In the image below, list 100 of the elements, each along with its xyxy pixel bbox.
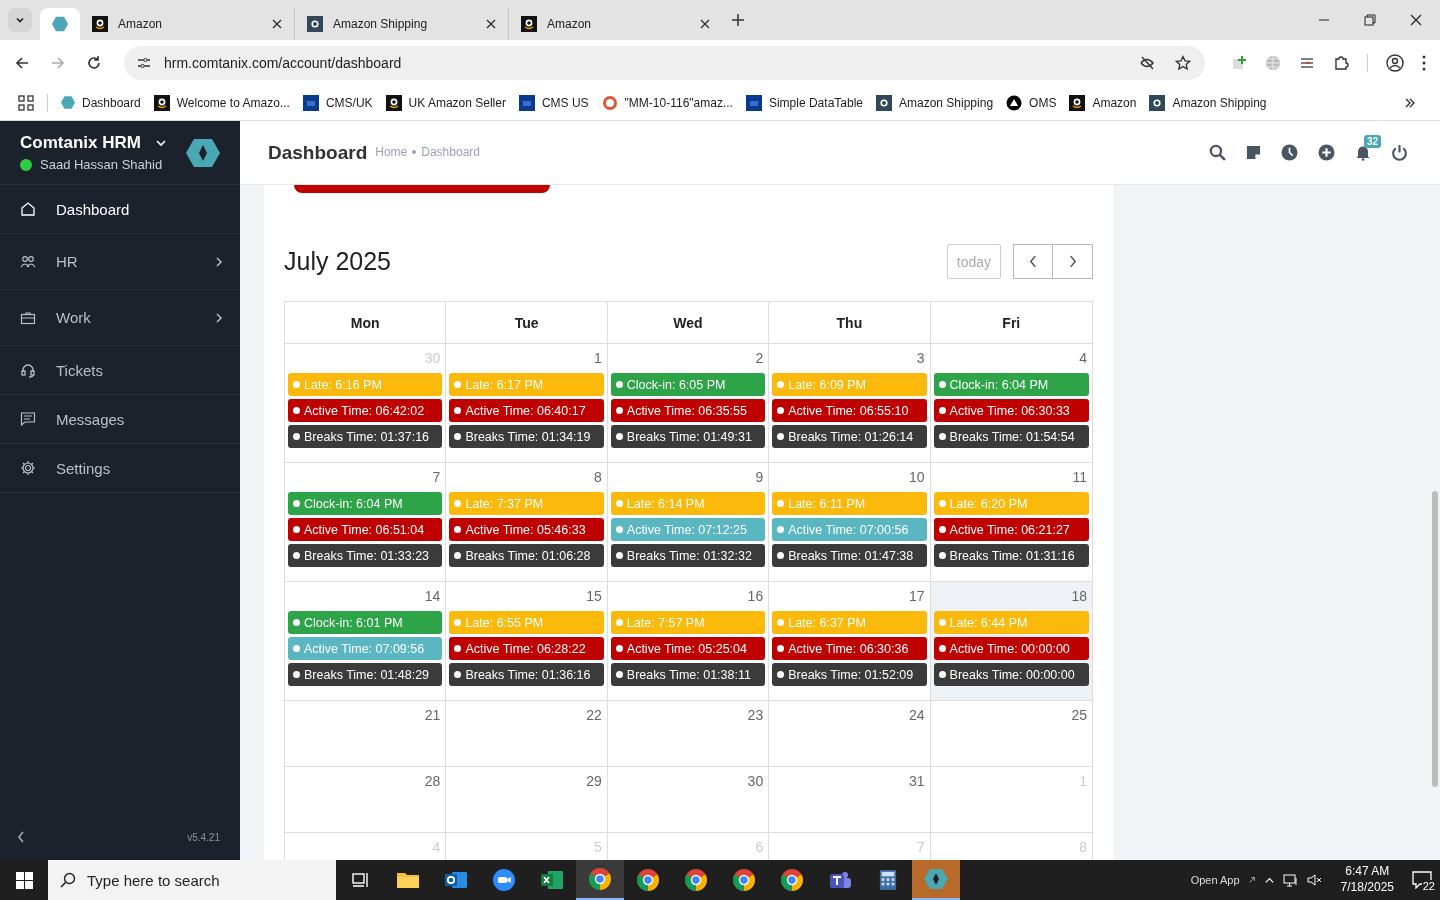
close-icon[interactable]	[700, 19, 710, 29]
calendar-event[interactable]: Breaks Time: 01:06:28	[449, 544, 604, 567]
calendar-event[interactable]: Breaks Time: 01:49:31	[610, 425, 766, 448]
calendar-event[interactable]: Breaks Time: 01:37:16	[288, 425, 443, 448]
bookmark-link[interactable]: Simple DataTable	[745, 94, 863, 111]
bookmark-link[interactable]: UK Amazon Seller	[385, 94, 506, 111]
network-icon[interactable]	[1282, 872, 1299, 888]
calendar-day-cell[interactable]: 8 Late: 7:37 PM Active Time: 05:46:33 Breaks Time: 01:06:28	[446, 463, 608, 582]
calendar-day-cell[interactable]: 2 Clock-in: 6:05 PM Active Time: 06:35:55 Breaks Time: 01:49:31	[607, 344, 770, 463]
calendar-event[interactable]: Active Time: 06:55:10	[772, 399, 927, 422]
calendar-event[interactable]: Active Time: 06:40:17	[449, 399, 604, 422]
taskbar-app-button[interactable]	[576, 860, 624, 900]
calendar-event[interactable]: Breaks Time: 01:38:11	[610, 663, 766, 686]
calendar-day-cell[interactable]: 4 Clock-in: 6:04 PM Active Time: 06:30:33 Breaks Time: 01:54:54	[930, 344, 1092, 463]
bookmark-link[interactable]: Dashboard	[61, 95, 141, 110]
reload-icon[interactable]	[86, 54, 102, 71]
browser-tab[interactable]: Amazon	[80, 8, 294, 40]
back-arrow-icon[interactable]	[14, 54, 30, 71]
calendar-day-cell[interactable]: 10 Late: 6:11 PM Active Time: 07:00:56 Breaks Time: 01:47:38	[769, 463, 931, 582]
calendar-day-cell[interactable]: 1 Late: 6:17 PM Active Time: 06:40:17 Breaks Time: 01:34:19	[446, 344, 608, 463]
calendar-event[interactable]: Breaks Time: 01:52:09	[772, 663, 927, 686]
address-bar[interactable]: hrm.comtanix.com/account/dashboard	[124, 45, 1205, 80]
calendar-day-cell[interactable]: 23	[607, 701, 770, 767]
close-icon[interactable]	[272, 19, 282, 29]
calendar-day-cell[interactable]: 16 Late: 7:57 PM Active Time: 05:25:04 Breaks Time: 01:38:11	[607, 582, 770, 701]
calendar-event[interactable]: Active Time: 05:25:04	[610, 637, 766, 660]
calendar-event[interactable]: Active Time: 06:30:33	[933, 399, 1089, 422]
calendar-event[interactable]: Breaks Time: 01:33:23	[288, 544, 443, 567]
calendar-day-cell[interactable]: 24	[769, 701, 931, 767]
bookmark-link[interactable]: OMS	[1006, 94, 1057, 111]
calendar-day-cell[interactable]: 18 Late: 6:44 PM Active Time: 00:00:00 Breaks Time: 00:00:00	[930, 582, 1092, 701]
plus-circle-icon[interactable]	[1318, 144, 1335, 161]
bell-icon[interactable]	[1355, 144, 1371, 161]
browser-tab[interactable]: Amazon Shipping	[294, 8, 508, 40]
bookmark-link[interactable]: "MM-10-116"amaz...	[601, 94, 733, 111]
calendar-day-cell[interactable]: 22	[446, 701, 608, 767]
calendar-event[interactable]: Breaks Time: 01:54:54	[933, 425, 1089, 448]
calendar-event[interactable]: Active Time: 06:51:04	[288, 518, 443, 541]
bookmark-link[interactable]: Amazon Shipping	[1149, 94, 1267, 111]
collapse-chevron-icon[interactable]	[16, 830, 26, 844]
taskbar-search-field[interactable]: Type here to search	[48, 860, 336, 900]
scrollbar-thumb[interactable]	[1432, 491, 1438, 787]
close-icon[interactable]	[486, 19, 496, 29]
calendar-event[interactable]: Active Time: 06:21:27	[933, 518, 1089, 541]
calendar-event[interactable]: Active Time: 06:28:22	[449, 637, 604, 660]
browser-tab[interactable]: Amazon	[508, 8, 722, 40]
calendar-day-cell[interactable]: 15 Late: 6:55 PM Active Time: 06:28:22 Breaks Time: 01:36:16	[446, 582, 608, 701]
chevron-double-right-icon[interactable]	[1404, 96, 1416, 109]
calendar-day-cell[interactable]: 25	[930, 701, 1092, 767]
power-icon[interactable]	[1391, 144, 1408, 161]
calendar-day-cell[interactable]: 17 Late: 6:37 PM Active Time: 06:30:36 Breaks Time: 01:52:09	[769, 582, 931, 701]
calendar-event[interactable]: Breaks Time: 01:36:16	[449, 663, 604, 686]
open-app-link[interactable]: Open App	[1190, 874, 1240, 886]
calendar-day-cell[interactable]: 21	[285, 701, 447, 767]
calendar-event[interactable]: Breaks Time: 01:34:19	[449, 425, 604, 448]
sticky-note-icon[interactable]	[1246, 145, 1261, 160]
bookmark-link[interactable]: Amazon Shipping	[876, 94, 994, 111]
calendar-event[interactable]: Breaks Time: 01:31:16	[933, 544, 1089, 567]
bookmark-link[interactable]: CMS/UK	[302, 94, 373, 111]
brand-name[interactable]: Comtanix HRM	[20, 133, 141, 153]
calendar-event[interactable]: Breaks Time: 01:26:14	[772, 425, 927, 448]
calendar-day-cell[interactable]: 11 Late: 6:20 PM Active Time: 06:21:27 Breaks Time: 01:31:16	[930, 463, 1092, 582]
calendar-day-cell[interactable]: 28	[285, 767, 447, 833]
windows-logo-icon[interactable]	[16, 871, 33, 889]
restore-icon[interactable]	[1364, 14, 1376, 26]
plus-icon[interactable]	[732, 14, 744, 26]
calendar-event[interactable]: Breaks Time: 01:48:29	[288, 663, 443, 686]
pinned-tab[interactable]	[40, 8, 80, 40]
calendar-day-cell[interactable]: 29	[446, 767, 608, 833]
profile-icon[interactable]	[1386, 53, 1404, 72]
calendar-event[interactable]: Active Time: 05:46:33	[449, 518, 604, 541]
search-icon[interactable]	[1209, 144, 1226, 161]
calendar-day-cell[interactable]: 9 Late: 6:14 PM Active Time: 07:12:25 Breaks Time: 01:32:32	[607, 463, 770, 582]
bookmark-link[interactable]: CMS US	[518, 94, 589, 111]
calendar-day-cell[interactable]: 31	[769, 767, 931, 833]
hexagon-logo-icon[interactable]	[186, 137, 220, 168]
calendar-event[interactable]: Breaks Time: 00:00:00	[933, 663, 1089, 686]
calendar-event[interactable]: Active Time: 06:30:36	[772, 637, 927, 660]
apps-grid-icon[interactable]	[18, 94, 34, 111]
calendar-event[interactable]: Active Time: 06:35:55	[610, 399, 766, 422]
eye-slash-icon[interactable]	[1139, 54, 1155, 71]
puzzle-piece-icon[interactable]	[1333, 54, 1349, 71]
close-icon[interactable]	[1410, 14, 1422, 26]
chevron-down-icon[interactable]	[154, 137, 167, 149]
calendar-day-cell[interactable]: 3 Late: 6:09 PM Active Time: 06:55:10 Breaks Time: 01:26:14	[769, 344, 931, 463]
clock-icon[interactable]	[1281, 144, 1298, 161]
calendar-day-cell[interactable]: 14 Clock-in: 6:01 PM Active Time: 07:09:56 Breaks Time: 01:48:29	[285, 582, 447, 701]
clock-date[interactable]: 7/18/2025	[1340, 880, 1394, 896]
calendar-event[interactable]: Breaks Time: 01:32:32	[610, 544, 766, 567]
tab-list-button[interactable]	[8, 8, 32, 32]
clock-time[interactable]: 6:47 AM	[1345, 864, 1390, 880]
star-icon[interactable]	[1175, 54, 1191, 71]
bookmark-link[interactable]: Welcome to Amazo...	[153, 94, 290, 111]
more-icon[interactable]	[1422, 54, 1426, 71]
calendar-day-cell[interactable]: 7 Clock-in: 6:04 PM Active Time: 06:51:04 Breaks Time: 01:33:23	[285, 463, 447, 582]
bookmark-link[interactable]: Amazon	[1069, 94, 1137, 111]
speaker-muted-icon[interactable]	[1306, 872, 1323, 888]
calendar-day-cell[interactable]: 30	[607, 767, 770, 833]
calendar-event[interactable]: Breaks Time: 01:47:38	[772, 544, 927, 567]
calendar-event[interactable]: Active Time: 00:00:00	[933, 637, 1089, 660]
